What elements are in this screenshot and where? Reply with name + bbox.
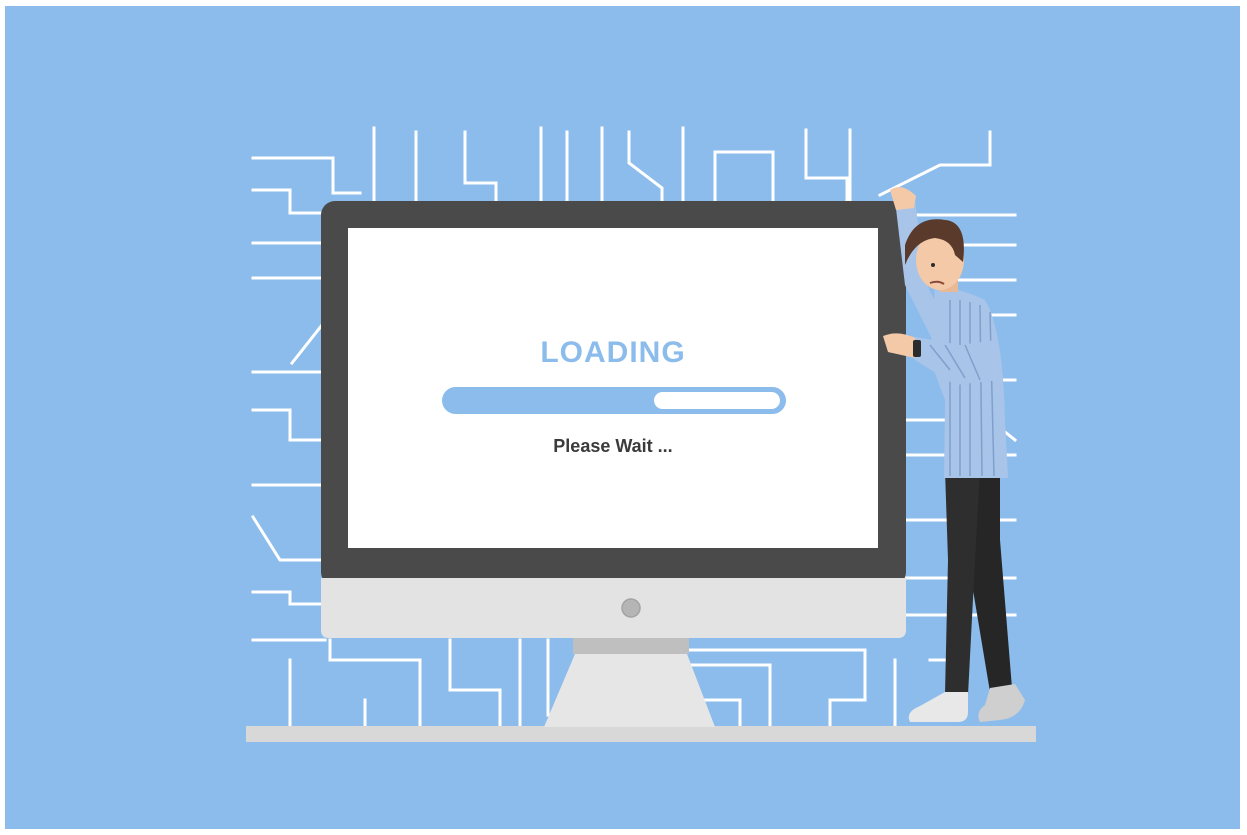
computer-and-person [246,187,1036,742]
monitor-stand-base [544,654,715,727]
wristwatch-icon [913,340,921,357]
person-back-shoe [978,684,1025,722]
person-front-shoe [908,692,968,722]
progress-bar [442,387,786,414]
desk-shelf [246,726,1036,742]
progress-remaining [654,392,780,409]
please-wait-text: Please Wait ... [553,436,673,456]
power-button-icon [621,598,641,618]
person-eye [931,263,935,267]
loading-illustration: LOADING Please Wait ... [0,0,1247,835]
monitor-chin [321,578,906,638]
monitor-stand-neck [573,636,689,654]
loading-title: LOADING [540,336,686,369]
